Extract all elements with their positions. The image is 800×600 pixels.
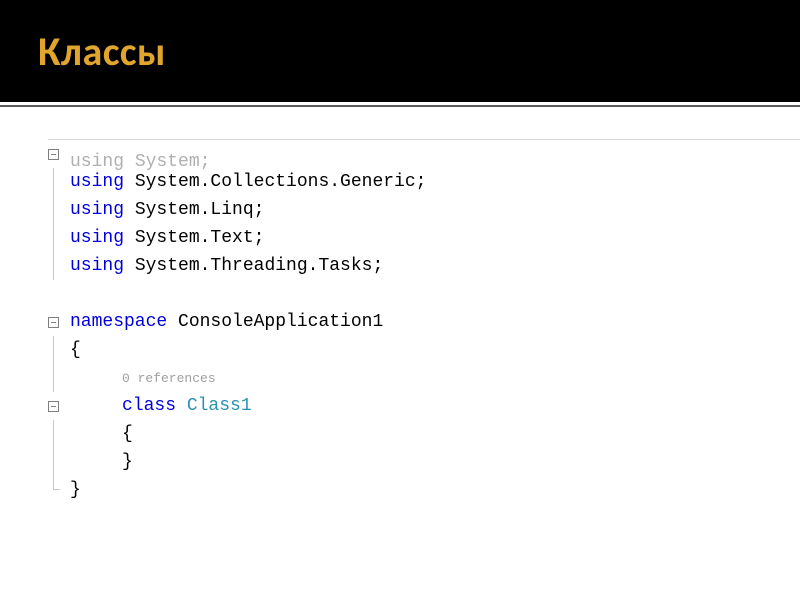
outline-guide — [53, 364, 59, 392]
code-block: using System; using System.Collections.G… — [48, 139, 800, 504]
code-text: } — [70, 452, 133, 472]
outline-guide — [53, 252, 59, 280]
code-line: using System; — [48, 140, 800, 168]
code-text: } — [70, 480, 81, 500]
slide-title: Классы — [38, 27, 166, 76]
outline-guide — [53, 224, 59, 252]
code-line: { — [48, 336, 800, 364]
outline-end — [53, 476, 60, 490]
code-text: using System.Text; — [70, 228, 264, 248]
slide: Классы using System; using System.Collec… — [0, 0, 800, 600]
codelens-references: 0 references — [70, 371, 216, 386]
code-text: using System.Collections.Generic; — [70, 172, 426, 192]
code-line: using System.Threading.Tasks; — [48, 252, 800, 280]
code-area: using System; using System.Collections.G… — [0, 107, 800, 504]
outline-guide — [53, 336, 59, 364]
code-line: using System.Text; — [48, 224, 800, 252]
code-text: { — [70, 340, 81, 360]
slide-header: Классы — [0, 0, 800, 105]
code-line: 0 references — [48, 364, 800, 392]
fold-minus-icon — [48, 401, 59, 412]
code-line — [48, 280, 800, 308]
code-line: } — [48, 448, 800, 476]
fold-minus-icon — [48, 317, 59, 328]
code-line: using System.Collections.Generic; — [48, 168, 800, 196]
code-line: { — [48, 420, 800, 448]
outline-guide — [53, 196, 59, 224]
code-text: { — [70, 424, 133, 444]
code-text — [70, 284, 81, 304]
outline-guide — [53, 168, 59, 196]
code-line: using System.Linq; — [48, 196, 800, 224]
code-text: using System; — [70, 152, 210, 172]
code-text: using System.Threading.Tasks; — [70, 256, 383, 276]
code-line: class Class1 — [48, 392, 800, 420]
outline-guide — [53, 448, 59, 476]
code-line: namespace ConsoleApplication1 — [48, 308, 800, 336]
code-text: using System.Linq; — [70, 200, 264, 220]
code-text: namespace ConsoleApplication1 — [70, 312, 383, 332]
code-line: } — [48, 476, 800, 504]
code-text: class Class1 — [70, 396, 252, 416]
fold-minus-icon — [48, 149, 59, 160]
outline-guide — [53, 420, 59, 448]
